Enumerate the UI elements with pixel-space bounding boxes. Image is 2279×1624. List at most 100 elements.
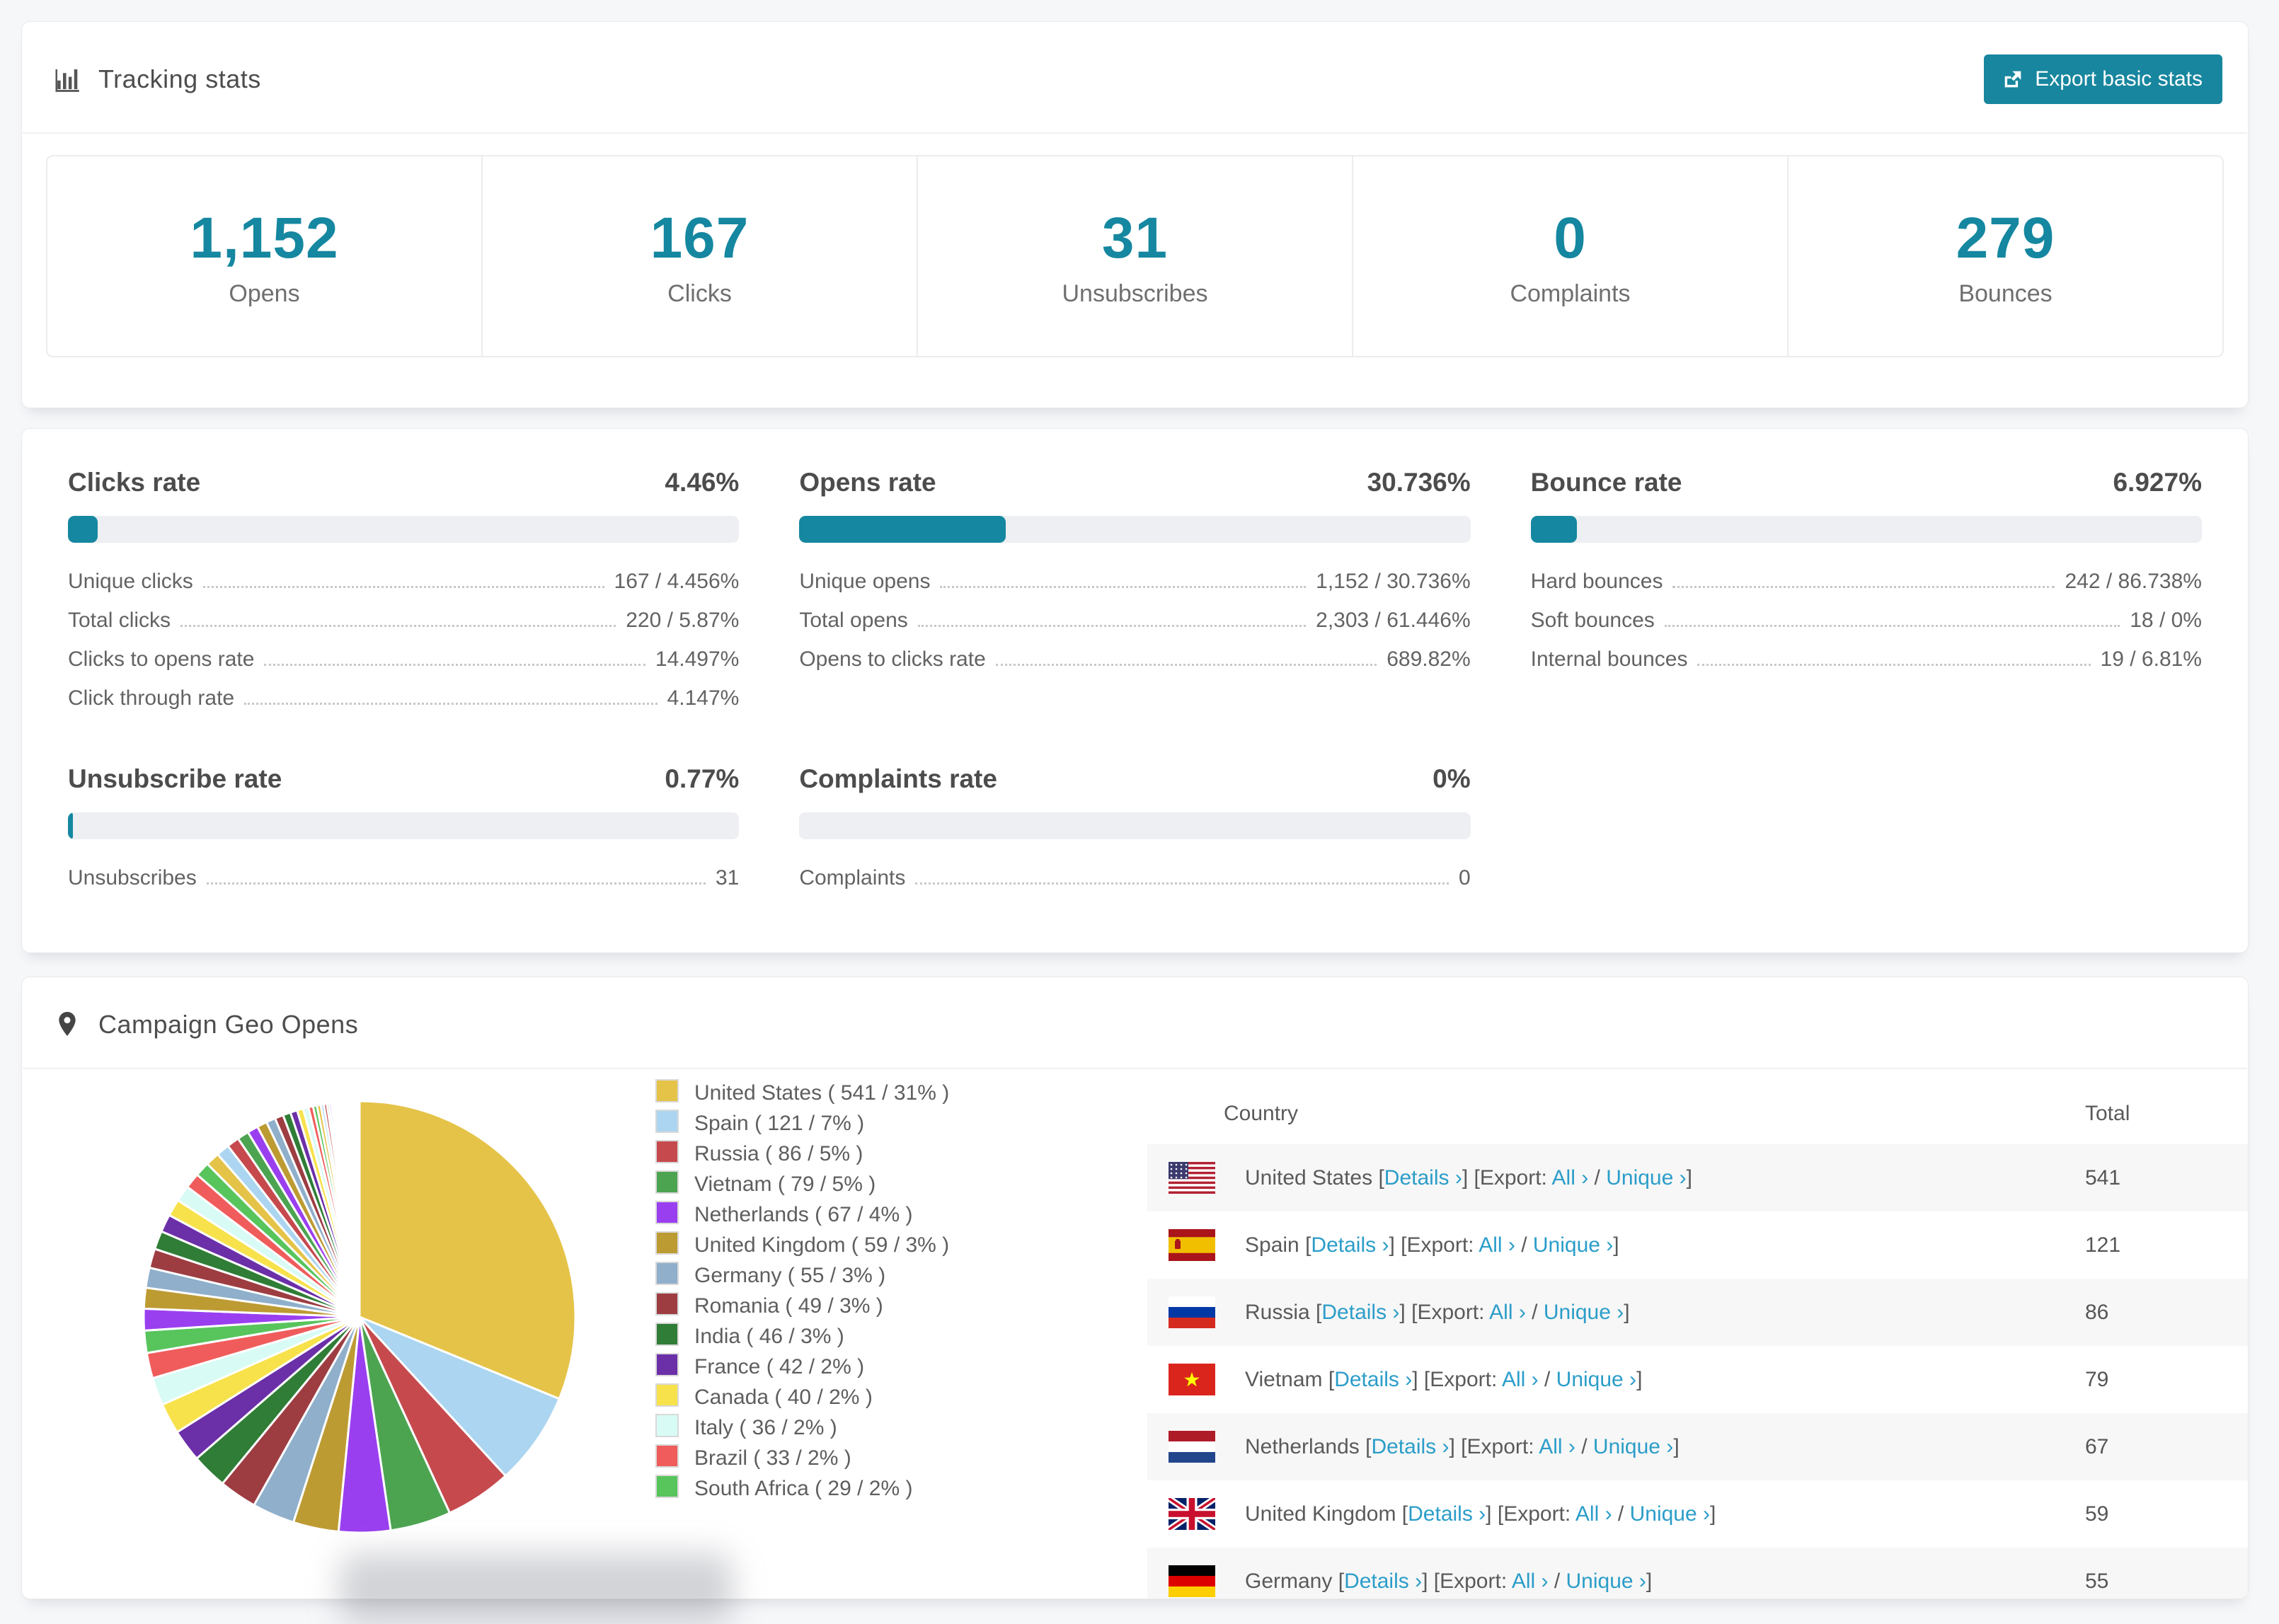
export-basic-stats-button[interactable]: Export basic stats	[1984, 54, 2222, 104]
bracket: /	[1588, 1165, 1607, 1190]
geo-header: Campaign Geo Opens	[22, 977, 2248, 1068]
rate-stat-label: Internal bounces	[1530, 647, 1688, 671]
tracking-stats-title: Tracking stats	[98, 64, 261, 93]
bracket: [	[1401, 1502, 1408, 1526]
legend-label: Netherlands ( 67 / 4% )	[694, 1203, 913, 1226]
legend-color-swatch	[655, 1110, 679, 1133]
export-unique-link[interactable]: Unique ›	[1533, 1233, 1613, 1257]
legend-color-swatch	[655, 1444, 679, 1468]
export-label: Export:	[1417, 1300, 1490, 1324]
clicks-rate-block: Clicks rate 4.46% Unique clicks 167 / 4.456…	[68, 468, 740, 725]
stat-value: 167	[650, 205, 750, 270]
rate-stat-label: Unique opens	[799, 570, 931, 593]
legend-label: Brazil ( 33 / 2% )	[694, 1446, 851, 1470]
legend-label: India ( 46 / 3% )	[694, 1325, 844, 1348]
russia-flag-icon	[1169, 1296, 1215, 1328]
rate-stat-row: Click through rate 4.147%	[68, 686, 739, 710]
rate-value: 30.736%	[1367, 468, 1471, 497]
legend-color-swatch	[655, 1383, 679, 1407]
bottom-shadow-artifact	[340, 1553, 733, 1624]
rate-stat-label: Unsubscribes	[68, 866, 197, 889]
legend-label: Romania ( 49 / 3% )	[694, 1294, 883, 1318]
legend-label: United States ( 541 / 31% )	[694, 1081, 950, 1105]
rate-stat-value: 167 / 4.456%	[614, 570, 740, 593]
legend-color-swatch	[655, 1140, 679, 1163]
legend-item-united-kingdom: United Kingdom ( 59 / 3% )	[655, 1230, 1041, 1260]
spain-flag-icon	[1169, 1229, 1215, 1261]
geo-row-total: 541	[2085, 1165, 2121, 1190]
export-unique-link[interactable]: Unique ›	[1566, 1570, 1646, 1593]
legend-item-france: France ( 42 / 2% )	[655, 1352, 1041, 1382]
export-all-link[interactable]: All ›	[1489, 1301, 1526, 1324]
export-all-link[interactable]: All ›	[1539, 1435, 1575, 1458]
rate-title: Complaints rate	[799, 764, 997, 793]
campaign-geo-opens-panel: Campaign Geo Opens United States ( 541 /…	[21, 977, 2249, 1599]
rate-title: Clicks rate	[68, 468, 201, 497]
geo-row-text: Vietnam [Details ›] [Export: All › / Uni…	[1245, 1368, 1642, 1392]
geo-country-name: United States	[1245, 1165, 1379, 1190]
bracket: ] [	[1462, 1165, 1480, 1190]
complaints-rate-block: Complaints rate 0% Complaints 0	[799, 764, 1471, 905]
legend-item-spain: Spain ( 121 / 7% )	[655, 1108, 1041, 1139]
geo-title: Campaign Geo Opens	[98, 1010, 359, 1039]
legend-item-vietnam: Vietnam ( 79 / 5% )	[655, 1169, 1041, 1199]
stat-unsubscribes: 31 Unsubscribes	[917, 156, 1352, 356]
legend-item-russia: Russia ( 86 / 5% )	[655, 1139, 1041, 1169]
legend-item-united-states: United States ( 541 / 31% )	[655, 1078, 1041, 1108]
bar-chart-icon	[53, 64, 83, 94]
export-unique-link[interactable]: Unique ›	[1593, 1435, 1673, 1458]
bracket: ] [	[1399, 1300, 1418, 1324]
legend-color-swatch	[655, 1414, 679, 1437]
export-unique-link[interactable]: Unique ›	[1606, 1166, 1686, 1190]
bracket: ]	[1613, 1233, 1619, 1257]
export-all-link[interactable]: All ›	[1512, 1570, 1549, 1593]
legend-color-swatch	[655, 1079, 679, 1102]
legend-item-brazil: Brazil ( 33 / 2% )	[655, 1443, 1041, 1473]
export-label: Export:	[1440, 1569, 1512, 1593]
geo-row-text: Spain [Details ›] [Export: All › / Uniqu…	[1245, 1233, 1619, 1257]
details-link[interactable]: Details ›	[1408, 1502, 1486, 1526]
details-link[interactable]: Details ›	[1334, 1368, 1412, 1391]
rate-stat-label: Unique clicks	[68, 570, 193, 593]
rate-stat-row: Total opens 2,303 / 61.446%	[799, 609, 1470, 632]
rate-progress-bar	[68, 812, 740, 839]
legend-color-swatch	[655, 1353, 679, 1376]
export-unique-link[interactable]: Unique ›	[1630, 1502, 1710, 1526]
export-label: Export:	[1430, 1367, 1502, 1391]
geo-country-name: Germany	[1245, 1569, 1338, 1593]
export-unique-link[interactable]: Unique ›	[1556, 1368, 1636, 1391]
geo-country-name: Vietnam	[1245, 1367, 1328, 1391]
rate-stat-label: Click through rate	[68, 686, 235, 710]
legend-item-canada: Canada ( 40 / 2% )	[655, 1382, 1041, 1412]
export-all-link[interactable]: All ›	[1575, 1502, 1612, 1526]
vietnam-flag-icon	[1169, 1364, 1215, 1395]
rate-title: Opens rate	[799, 468, 936, 497]
geo-opens-table: Country Total United States [Details ›] …	[1147, 1083, 2248, 1599]
legend-label: Germany ( 55 / 3% )	[694, 1264, 886, 1287]
details-link[interactable]: Details ›	[1311, 1233, 1389, 1257]
legend-item-italy: Italy ( 36 / 2% )	[655, 1412, 1041, 1443]
export-unique-link[interactable]: Unique ›	[1544, 1301, 1624, 1324]
details-link[interactable]: Details ›	[1321, 1301, 1399, 1324]
legend-label: Vietnam ( 79 / 5% )	[694, 1173, 876, 1196]
geo-country-name: Netherlands	[1245, 1434, 1366, 1458]
united-states-flag-icon	[1169, 1162, 1215, 1194]
export-all-link[interactable]: All ›	[1502, 1368, 1539, 1391]
stat-value: 279	[1956, 205, 2055, 270]
details-link[interactable]: Details ›	[1384, 1166, 1462, 1190]
details-link[interactable]: Details ›	[1344, 1570, 1422, 1593]
geo-table-row-united-states: United States [Details ›] [Export: All ›…	[1147, 1144, 2248, 1211]
geo-table-row-germany: Germany [Details ›] [Export: All › / Uni…	[1147, 1548, 2248, 1599]
stat-value: 1,152	[190, 205, 339, 270]
legend-item-south-africa: South Africa ( 29 / 2% )	[655, 1473, 1041, 1504]
export-all-link[interactable]: All ›	[1479, 1233, 1515, 1257]
export-all-link[interactable]: All ›	[1552, 1166, 1589, 1190]
rate-value: 4.46%	[665, 468, 740, 497]
details-link[interactable]: Details ›	[1371, 1435, 1449, 1458]
pie-slice-other[interactable]	[357, 1100, 361, 1318]
legend-item-germany: Germany ( 55 / 3% )	[655, 1260, 1041, 1291]
bracket: /	[1538, 1367, 1556, 1391]
rate-stat-value: 689.82%	[1387, 647, 1471, 671]
rate-stat-value: 14.497%	[655, 647, 740, 671]
bracket: ] [	[1449, 1434, 1467, 1458]
